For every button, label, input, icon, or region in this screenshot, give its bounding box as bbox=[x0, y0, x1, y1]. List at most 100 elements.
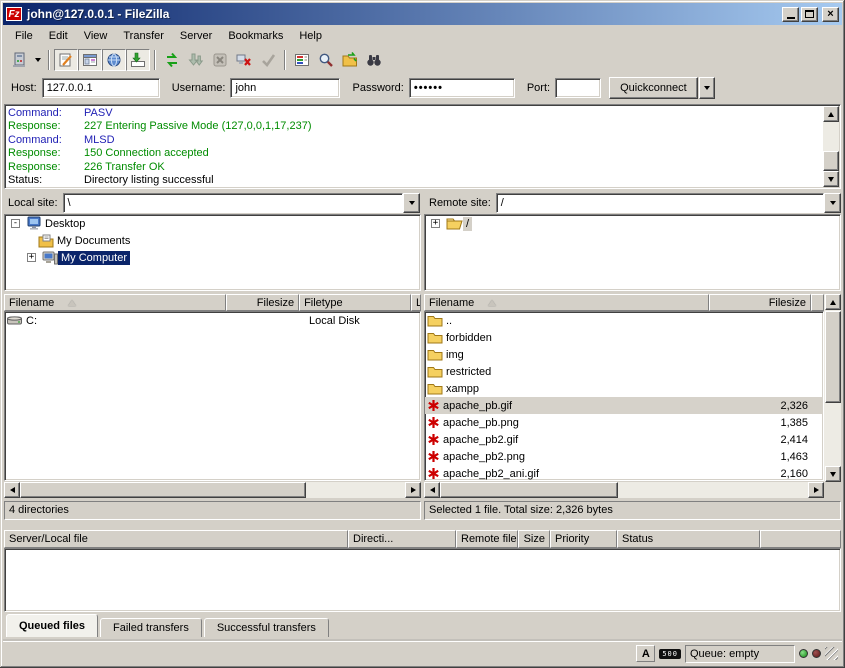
filezilla-logo-icon[interactable]: Fz bbox=[6, 7, 22, 21]
remote-scroll-left-button[interactable] bbox=[424, 482, 440, 498]
column-header-last-modified[interactable]: L bbox=[411, 294, 421, 311]
menu-transfer[interactable]: Transfer bbox=[115, 27, 172, 45]
remote-scroll-right-button[interactable] bbox=[808, 482, 824, 498]
column-header-remote-file[interactable]: Remote file bbox=[456, 530, 518, 548]
quickconnect-dropdown[interactable] bbox=[699, 77, 715, 99]
port-label: Port: bbox=[527, 82, 550, 94]
host-input[interactable]: 127.0.0.1 bbox=[42, 78, 160, 98]
expand-expander[interactable]: + bbox=[27, 253, 36, 262]
file-row[interactable]: restricted bbox=[425, 363, 823, 380]
file-row[interactable]: apache_pb.png 1,385 bbox=[425, 414, 823, 431]
tab-queued-files[interactable]: Queued files bbox=[6, 614, 98, 637]
local-scroll-left-button[interactable] bbox=[4, 482, 20, 498]
tab-failed-transfers[interactable]: Failed transfers bbox=[100, 618, 202, 637]
column-header-filesize[interactable]: Filesize bbox=[226, 294, 299, 311]
resize-grip[interactable] bbox=[825, 647, 838, 660]
menu-file[interactable]: File bbox=[7, 27, 41, 45]
file-row[interactable]: apache_pb2_ani.gif 2,160 bbox=[425, 465, 823, 481]
file-row[interactable]: C: Local Disk bbox=[5, 312, 420, 329]
menu-server[interactable]: Server bbox=[172, 27, 220, 45]
menu-edit[interactable]: Edit bbox=[41, 27, 76, 45]
username-input[interactable]: john bbox=[230, 78, 340, 98]
local-site-dropdown[interactable] bbox=[403, 193, 420, 213]
compare-directories-button[interactable] bbox=[362, 49, 386, 71]
column-header-status[interactable]: Status bbox=[617, 530, 760, 548]
toggle-transfer-queue-button[interactable] bbox=[126, 49, 150, 71]
process-queue-button[interactable] bbox=[184, 49, 208, 71]
cancel-operation-button[interactable] bbox=[208, 49, 232, 71]
toggle-local-tree-button[interactable] bbox=[78, 49, 102, 71]
column-header-filename[interactable]: Filename bbox=[4, 294, 226, 311]
tree-item-my-documents[interactable]: My Documents bbox=[5, 232, 420, 249]
remote-scroll-down-button[interactable] bbox=[825, 466, 841, 482]
menu-bookmarks[interactable]: Bookmarks bbox=[220, 27, 291, 45]
disconnect-button[interactable] bbox=[232, 49, 256, 71]
queue-list[interactable] bbox=[4, 548, 841, 612]
expand-expander[interactable]: + bbox=[431, 219, 440, 228]
maximize-button[interactable] bbox=[801, 7, 818, 22]
file-row[interactable]: apache_pb2.gif 2,414 bbox=[425, 431, 823, 448]
remote-hscrollbar-thumb[interactable] bbox=[440, 482, 618, 498]
quickconnect-button[interactable]: Quickconnect bbox=[609, 77, 698, 99]
column-header-server-local-file[interactable]: Server/Local file bbox=[4, 530, 348, 548]
image-file-icon bbox=[427, 399, 440, 412]
toggle-message-log-button[interactable] bbox=[54, 49, 78, 71]
remote-scroll-up-button[interactable] bbox=[825, 294, 841, 310]
minimize-button[interactable] bbox=[782, 7, 799, 22]
folder-icon bbox=[427, 383, 443, 395]
password-input[interactable]: •••••• bbox=[409, 78, 515, 98]
refresh-button[interactable] bbox=[160, 49, 184, 71]
remote-site-input[interactable]: / bbox=[496, 193, 824, 213]
column-header-filetype[interactable]: Filetype bbox=[299, 294, 411, 311]
local-site-row: Local site: \ bbox=[8, 192, 420, 213]
port-input[interactable] bbox=[555, 78, 601, 98]
log-scroll-down-button[interactable] bbox=[823, 171, 839, 187]
menu-help[interactable]: Help bbox=[291, 27, 330, 45]
toolbar bbox=[3, 46, 842, 73]
transfer-type-indicator-icon[interactable]: A bbox=[636, 645, 655, 662]
log-scroll-up-button[interactable] bbox=[823, 106, 839, 122]
remote-site-dropdown[interactable] bbox=[824, 193, 841, 213]
tree-item-my-computer[interactable]: + My Computer bbox=[5, 249, 420, 266]
menu-view[interactable]: View bbox=[76, 27, 116, 45]
synchronized-browsing-button[interactable] bbox=[338, 49, 362, 71]
collapse-expander[interactable]: - bbox=[11, 219, 20, 228]
speed-limit-icon[interactable]: 500 bbox=[659, 649, 681, 659]
file-row[interactable]: forbidden bbox=[425, 329, 823, 346]
image-file-icon bbox=[427, 467, 440, 480]
tab-successful-transfers[interactable]: Successful transfers bbox=[204, 618, 329, 637]
file-row[interactable]: xampp bbox=[425, 380, 823, 397]
log-scrollbar-thumb[interactable] bbox=[823, 151, 839, 171]
reconnect-button[interactable] bbox=[256, 49, 280, 71]
column-header-direction[interactable]: Directi... bbox=[348, 530, 456, 548]
local-site-input[interactable]: \ bbox=[63, 193, 403, 213]
column-header-size[interactable]: Size bbox=[518, 530, 550, 548]
menu-bar: File Edit View Transfer Server Bookmarks… bbox=[3, 25, 842, 46]
file-row[interactable]: .. bbox=[425, 312, 823, 329]
search-button[interactable] bbox=[314, 49, 338, 71]
file-row[interactable]: img bbox=[425, 346, 823, 363]
desktop-icon bbox=[26, 216, 42, 231]
filter-button[interactable] bbox=[290, 49, 314, 71]
local-scroll-right-button[interactable] bbox=[405, 482, 421, 498]
log-line: Response:226 Transfer OK bbox=[8, 161, 820, 174]
close-button[interactable]: × bbox=[822, 7, 839, 22]
remote-status-text: Selected 1 file. Total size: 2,326 bytes bbox=[424, 501, 841, 520]
tree-item-desktop[interactable]: - Desktop bbox=[5, 215, 420, 232]
chevron-down-icon bbox=[704, 86, 710, 90]
site-manager-dropdown[interactable] bbox=[31, 49, 44, 71]
remote-scrollbar-thumb[interactable] bbox=[825, 311, 841, 403]
site-manager-button[interactable] bbox=[7, 49, 31, 71]
chevron-down-icon bbox=[409, 201, 415, 205]
column-header-filesize[interactable]: Filesize bbox=[709, 294, 811, 311]
local-hscrollbar-thumb[interactable] bbox=[20, 482, 306, 498]
local-status-text: 4 directories bbox=[4, 501, 421, 520]
file-row[interactable]: apache_pb2.png 1,463 bbox=[425, 448, 823, 465]
file-row-selected[interactable]: apache_pb.gif 2,326 bbox=[425, 397, 823, 414]
tree-item-root[interactable]: + / bbox=[425, 215, 840, 232]
column-header-priority[interactable]: Priority bbox=[550, 530, 617, 548]
column-header-filename[interactable]: Filename bbox=[424, 294, 709, 311]
folder-icon bbox=[427, 315, 443, 327]
toggle-remote-tree-button[interactable] bbox=[102, 49, 126, 71]
column-header-filler bbox=[811, 294, 824, 311]
